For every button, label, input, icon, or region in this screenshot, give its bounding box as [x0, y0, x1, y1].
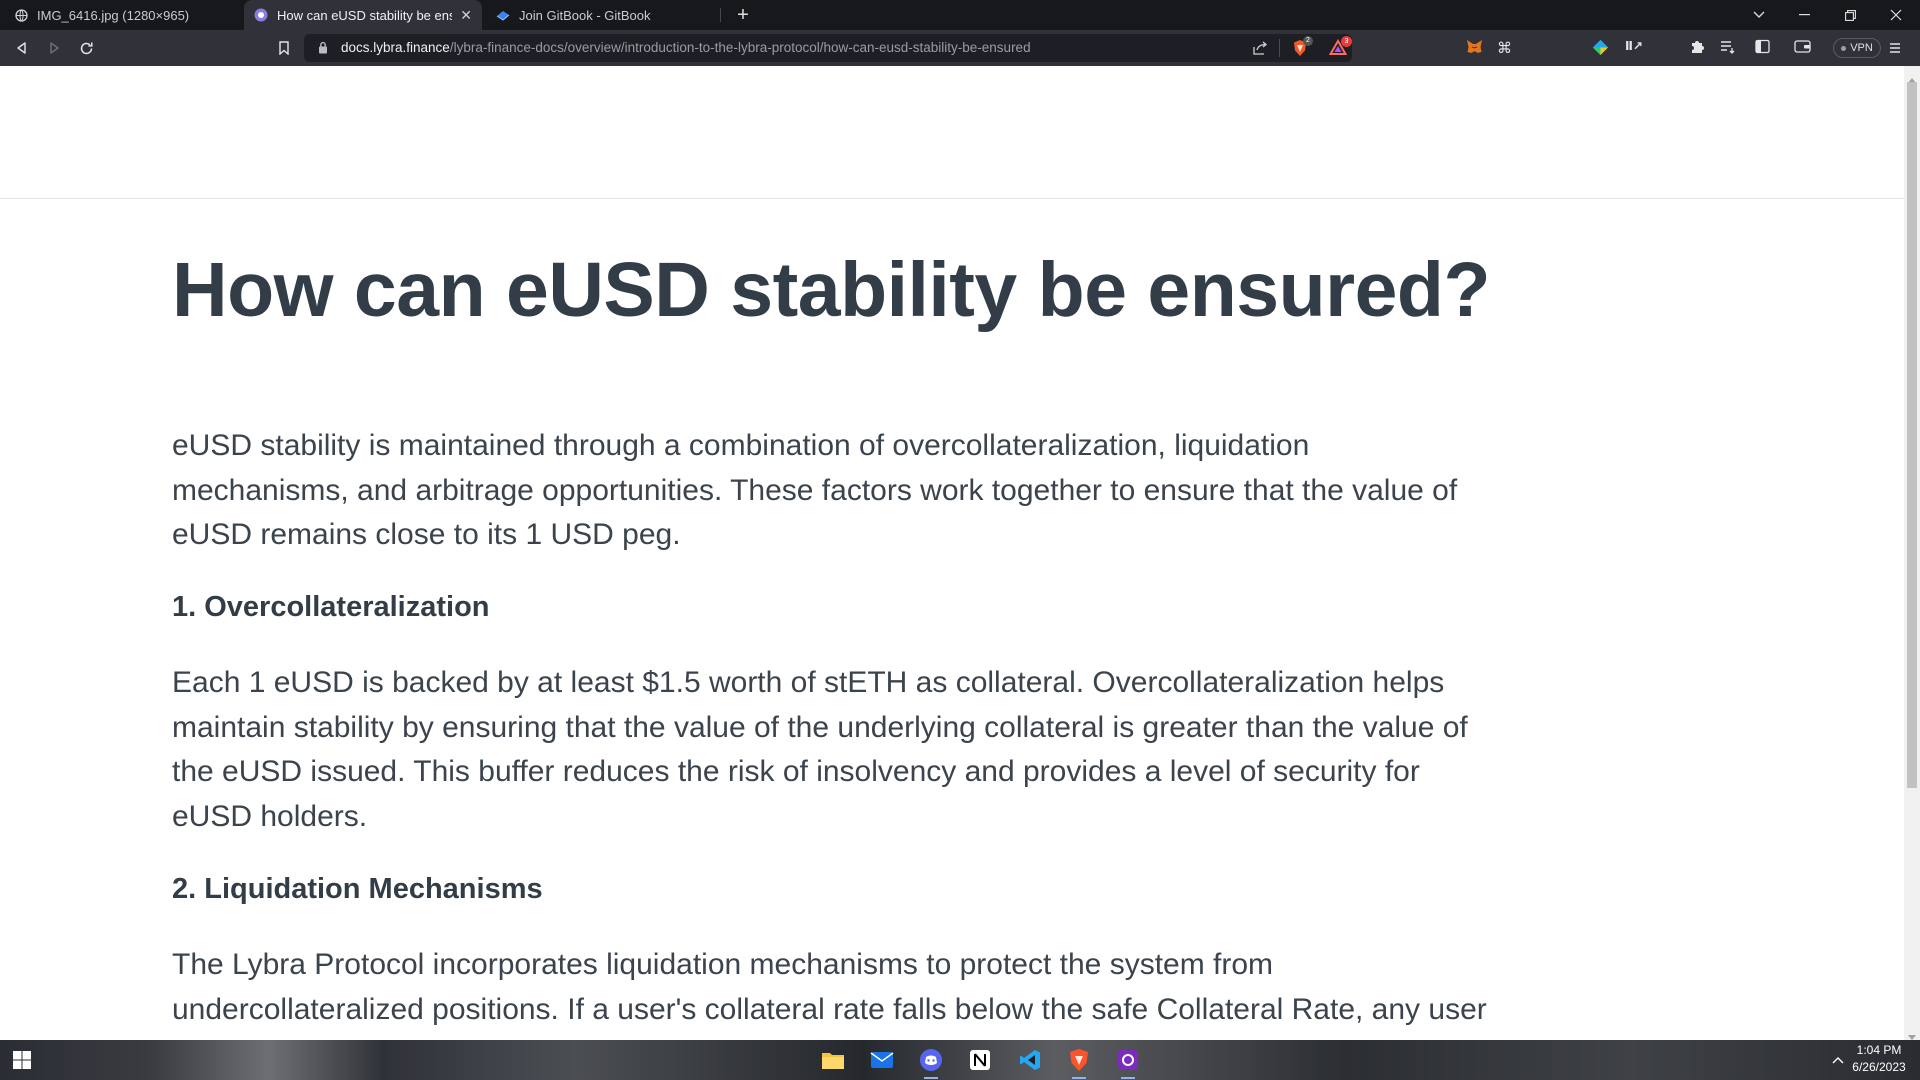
page-title: How can eUSD stability be ensured? [172, 247, 1490, 333]
discord-icon[interactable] [917, 1046, 945, 1074]
text-line: eUSD remains close to its 1 USD peg. [172, 518, 681, 551]
wallet-icon[interactable] [1794, 39, 1811, 59]
vpn-status-dot-icon [1841, 45, 1847, 51]
clock-date: 6/26/2023 [1852, 1060, 1906, 1074]
text-line: Each 1 eUSD is backed by at least $1.5 w… [172, 666, 1445, 699]
notion-icon[interactable] [966, 1046, 994, 1074]
page-scrollbar[interactable] [1904, 66, 1920, 1040]
lock-icon[interactable] [318, 41, 328, 59]
running-indicator [1072, 1077, 1086, 1079]
taskbar [0, 1040, 1920, 1080]
tab-search-chevron-icon[interactable] [1736, 0, 1782, 30]
running-indicator [1121, 1077, 1135, 1079]
command-icon[interactable]: ⌘ [1497, 39, 1512, 57]
shields-badge: 2 [1303, 36, 1313, 46]
restore-button[interactable] [1827, 0, 1873, 30]
gitbook-icon [496, 8, 510, 22]
text-line: eUSD stability is maintained through a c… [172, 429, 1310, 462]
intro-paragraph: eUSD stability is maintained through a c… [172, 424, 1562, 558]
text-line: mechanisms, and arbitrage opportunities.… [172, 473, 1458, 507]
close-tab-icon[interactable]: ✕ [460, 7, 472, 24]
taskbar-clock[interactable]: 1:04 PM 6/26/2023 [1846, 1042, 1912, 1076]
diamond-extension-icon[interactable] [1592, 39, 1609, 61]
reload-button[interactable] [72, 34, 100, 62]
tab-title: How can eUSD stability be ensure [277, 7, 453, 23]
tab-title: IMG_6416.jpg (1280×965) [37, 7, 190, 23]
minimize-button[interactable] [1781, 0, 1827, 30]
clock-time: 1:04 PM [1856, 1043, 1902, 1057]
close-window-button[interactable] [1873, 0, 1919, 30]
mail-icon[interactable] [868, 1046, 896, 1074]
forward-button[interactable] [40, 34, 68, 62]
section-heading-liquidation: 2. Liquidation Mechanisms [172, 873, 543, 905]
globe-icon [14, 8, 28, 22]
metamask-icon[interactable] [1466, 38, 1483, 60]
sidebar-icon[interactable] [1755, 39, 1770, 59]
running-indicator [924, 1077, 938, 1079]
text-line: The Lybra Protocol incorporates liquidat… [172, 948, 1274, 981]
tab-title: Join GitBook - GitBook [519, 7, 651, 23]
address-bar[interactable]: docs.lybra.finance/lybra-finance-docs/ov… [304, 34, 1352, 62]
back-button[interactable] [8, 34, 36, 62]
url-path: /lybra-finance-docs/overview/introductio… [449, 40, 1031, 55]
reading-list-icon[interactable] [1720, 40, 1736, 59]
rewards-badge: 3 [1341, 36, 1352, 47]
app-icon-purple[interactable] [1114, 1046, 1142, 1074]
vpn-button[interactable]: VPN [1833, 38, 1881, 58]
overcollateralization-paragraph: Each 1 eUSD is backed by at least $1.5 w… [172, 661, 1562, 839]
new-tab-button[interactable]: + [720, 0, 766, 30]
omnibox-divider [1279, 39, 1280, 57]
bookmark-icon[interactable] [270, 34, 298, 62]
url-host: docs.lybra.finance [341, 40, 450, 55]
share-icon[interactable] [1253, 41, 1268, 60]
text-line: undercollateralized positions. If a user… [172, 992, 1487, 1026]
tab-strip: IMG_6416.jpg (1280×965) How can eUSD sta… [0, 0, 1920, 30]
text-line: the eUSD issued. This buffer reduces the… [172, 755, 1420, 788]
menu-icon[interactable] [1889, 41, 1901, 59]
text-line: eUSD holders. [172, 799, 368, 833]
scroll-thumb[interactable] [1907, 82, 1917, 788]
browser-toolbar: docs.lybra.finance/lybra-finance-docs/ov… [0, 30, 1920, 85]
page-content: How can eUSD stability be ensured? eUSD … [0, 66, 1904, 1040]
file-explorer-icon[interactable] [819, 1046, 847, 1074]
liquidation-paragraph: The Lybra Protocol incorporates liquidat… [172, 943, 1562, 1032]
tab-image[interactable]: IMG_6416.jpg (1280×965) [4, 0, 240, 30]
vscode-icon[interactable] [1016, 1046, 1044, 1074]
section-heading-overcollateralization: 1. Overcollateralization [172, 591, 490, 623]
page-header [0, 66, 1904, 199]
tab-lybra-docs[interactable]: How can eUSD stability be ensure ✕ [244, 0, 482, 30]
text-line: maintain stability by ensuring that the … [172, 710, 1468, 744]
tab-gitbook[interactable]: Join GitBook - GitBook [486, 0, 716, 30]
url-text: docs.lybra.finance/lybra-finance-docs/ov… [341, 40, 1031, 55]
chart-extension-icon[interactable]: Ⅱ↗ [1625, 39, 1643, 53]
vpn-label: VPN [1850, 42, 1873, 54]
brave-browser-icon[interactable] [1065, 1046, 1093, 1074]
puzzle-icon[interactable] [1689, 39, 1705, 60]
lybra-favicon-icon [254, 8, 268, 22]
windows-start-icon[interactable] [8, 1046, 36, 1074]
